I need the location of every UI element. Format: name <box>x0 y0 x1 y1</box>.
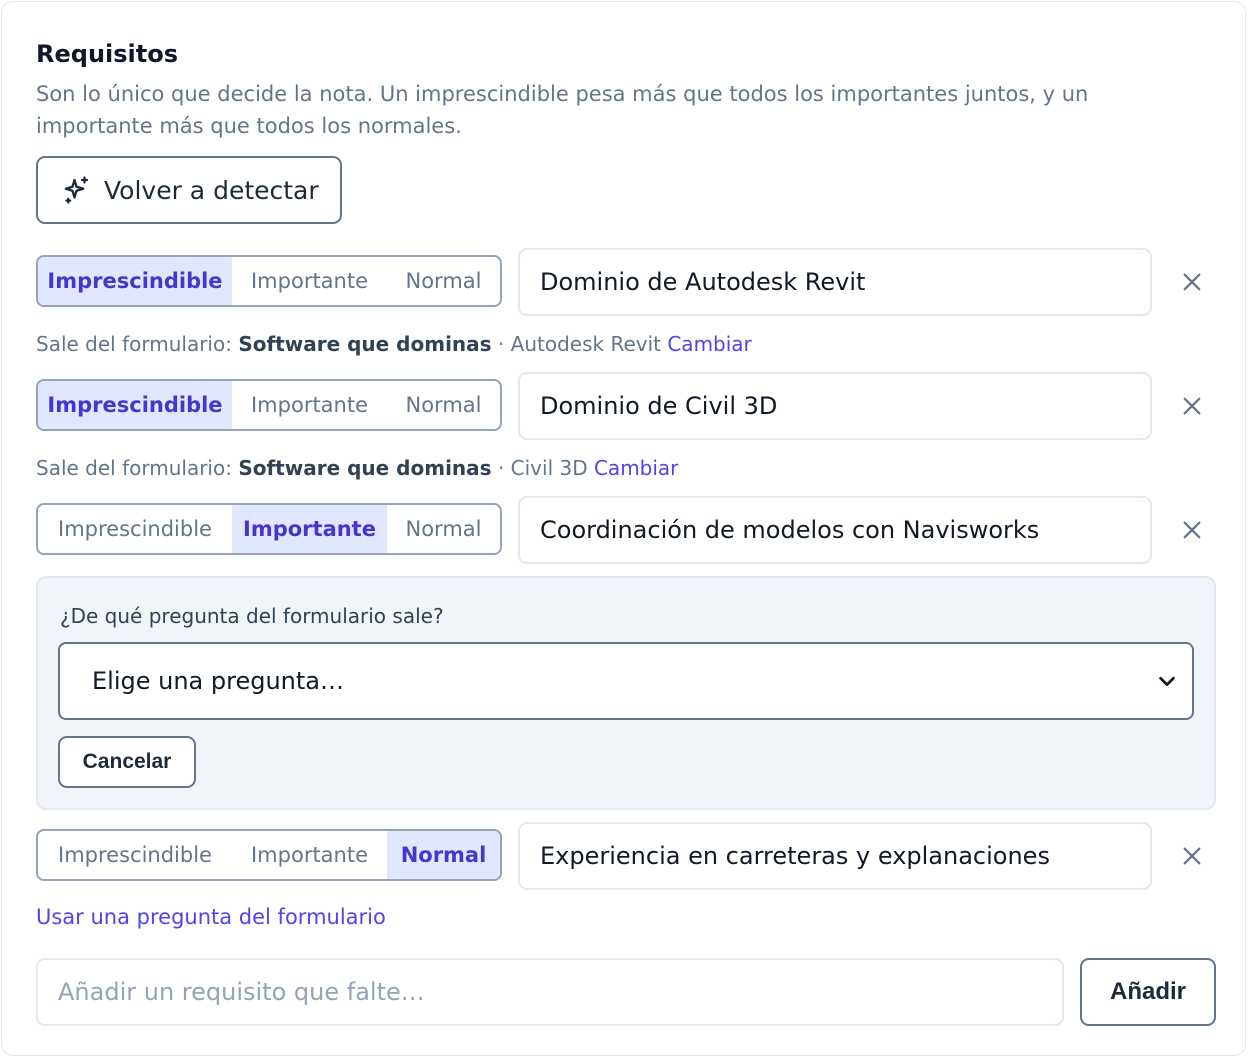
requirement-input-2[interactable]: Dominio de Civil 3D <box>518 372 1152 440</box>
priority-importante[interactable]: Importante <box>232 381 387 429</box>
priority-imprescindible[interactable]: Imprescindible <box>38 257 232 305</box>
priority-importante[interactable]: Importante <box>232 831 387 879</box>
origin-answer: · Autodesk Revit <box>497 332 661 356</box>
add-button[interactable]: Añadir <box>1080 958 1216 1026</box>
requirements-card: Requisitos Son lo único que decide la no… <box>1 1 1246 1056</box>
redetect-button[interactable]: Volver a detectar <box>36 156 342 224</box>
priority-imprescindible[interactable]: Imprescindible <box>38 505 232 553</box>
origin-answer: · Civil 3D <box>497 456 588 480</box>
question-picker-panel: ¿De qué pregunta del formulario sale? El… <box>36 576 1216 810</box>
remove-requirement-2-button[interactable] <box>1172 386 1212 426</box>
origin-question: Software que dominas <box>238 456 492 480</box>
priority-segmented-2: Imprescindible Importante Normal <box>36 379 502 431</box>
requirement-input-4[interactable]: Experiencia en carreteras y explanacione… <box>518 822 1152 890</box>
priority-imprescindible[interactable]: Imprescindible <box>38 381 232 429</box>
priority-normal[interactable]: Normal <box>387 505 500 553</box>
priority-normal[interactable]: Normal <box>387 831 500 879</box>
priority-normal[interactable]: Normal <box>387 381 500 429</box>
origin-question: Software que dominas <box>238 332 492 356</box>
priority-segmented-3: Imprescindible Importante Normal <box>36 503 502 555</box>
remove-requirement-4-button[interactable] <box>1172 836 1212 876</box>
add-requirement-input[interactable] <box>36 958 1064 1026</box>
close-icon <box>1183 397 1201 415</box>
question-picker-label: ¿De qué pregunta del formulario sale? <box>60 604 444 628</box>
close-icon <box>1183 273 1201 291</box>
priority-segmented-4: Imprescindible Importante Normal <box>36 829 502 881</box>
priority-imprescindible[interactable]: Imprescindible <box>38 831 232 879</box>
requirement-input-3[interactable]: Coordinación de modelos con Navisworks <box>518 496 1152 564</box>
remove-requirement-1-button[interactable] <box>1172 262 1212 302</box>
requirement-input-1[interactable]: Dominio de Autodesk Revit <box>518 248 1152 316</box>
origin-line-2: Sale del formulario: Software que domina… <box>36 456 678 480</box>
section-title: Requisitos <box>36 40 179 68</box>
origin-prefix: Sale del formulario: <box>36 332 232 356</box>
redetect-label: Volver a detectar <box>104 175 319 205</box>
question-select-value: Elige una pregunta… <box>92 667 344 695</box>
sparkles-icon <box>64 176 89 204</box>
remove-requirement-3-button[interactable] <box>1172 510 1212 550</box>
origin-line-1: Sale del formulario: Software que domina… <box>36 332 752 356</box>
use-form-question-link[interactable]: Usar una pregunta del formulario <box>36 905 386 929</box>
priority-normal[interactable]: Normal <box>387 257 500 305</box>
origin-prefix: Sale del formulario: <box>36 456 232 480</box>
change-origin-link[interactable]: Cambiar <box>667 332 751 356</box>
change-origin-link[interactable]: Cambiar <box>594 456 678 480</box>
section-description: Son lo único que decide la nota. Un impr… <box>36 82 1089 138</box>
priority-segmented-1: Imprescindible Importante Normal <box>36 255 502 307</box>
cancel-button[interactable]: Cancelar <box>58 736 196 788</box>
priority-importante[interactable]: Importante <box>232 505 387 553</box>
close-icon <box>1183 847 1201 865</box>
chevron-down-icon <box>1159 676 1175 687</box>
question-select[interactable]: Elige una pregunta… <box>58 642 1194 720</box>
close-icon <box>1183 521 1201 539</box>
priority-importante[interactable]: Importante <box>232 257 387 305</box>
